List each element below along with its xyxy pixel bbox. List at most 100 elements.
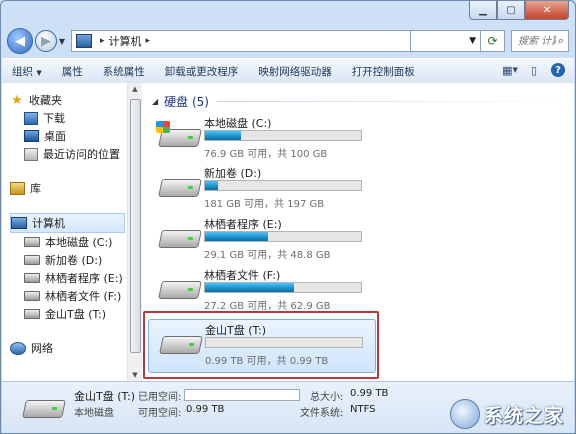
drive-usage-fill <box>205 181 218 190</box>
refresh-button[interactable]: ⟳ <box>481 30 505 52</box>
network-group: 网络 <box>2 339 127 357</box>
group-title: 硬盘 (5) <box>164 95 209 109</box>
drive-icon <box>158 275 202 305</box>
back-button[interactable]: ◀ <box>7 28 33 54</box>
search-input[interactable] <box>516 34 558 48</box>
refresh-icon: ⟳ <box>487 34 498 48</box>
address-dropdown[interactable]: ▼ <box>411 30 481 52</box>
help-icon: ? <box>551 63 565 77</box>
close-button[interactable]: ✕ <box>525 1 569 20</box>
forward-button[interactable]: ▶ <box>35 30 57 52</box>
drive-usage-bar <box>204 231 362 242</box>
drive-icon <box>24 255 40 265</box>
search-icon[interactable]: ⌕ <box>558 34 564 48</box>
details-pane: 金山T盘 (T:) 本地磁盘 已用空间: 可用空间: 0.99 TB 总大小: … <box>2 381 574 433</box>
minimize-button[interactable]: ▁ <box>469 1 497 20</box>
drive-space-info: 181 GB 可用，共 197 GB <box>204 199 325 210</box>
collapse-triangle-icon[interactable]: ◢ <box>152 97 158 106</box>
properties-button[interactable]: 属性 <box>62 64 83 79</box>
watermark-text: 系统之家 <box>483 404 564 427</box>
arrow-right-icon: ▶ <box>41 33 51 49</box>
view-options-button[interactable]: ▦ ▼ <box>500 61 520 79</box>
drive-space-info: 29.1 GB 可用，共 48.8 GB <box>204 250 331 261</box>
sidebar-item-recent[interactable]: 最近访问的位置 <box>10 145 127 163</box>
favorites-group: ★ 收藏夹 下载 桌面 最近访问的位置 <box>2 91 127 163</box>
command-toolbar: 组织 ▼ 属性 系统属性 卸载或更改程序 映射网络驱动器 打开控制面板 ▦ ▼ ▯… <box>2 58 574 84</box>
breadcrumb-chevron-icon[interactable]: ▸ <box>146 36 151 46</box>
drive-usage-fill <box>205 283 294 292</box>
sidebar-item-drive-t[interactable]: 金山T盘 (T:) <box>10 305 127 323</box>
download-folder-icon <box>24 111 38 125</box>
organize-button[interactable]: 组织 ▼ <box>12 64 42 79</box>
sidebar-scrollbar[interactable]: ▲ ▼ <box>127 83 142 381</box>
drive-name: 林栖者文件 (F:) <box>204 269 281 282</box>
details-fs-label: 文件系统: <box>300 408 344 419</box>
drive-space-info: 27.2 GB 可用，共 62.9 GB <box>204 301 331 312</box>
history-dropdown[interactable]: ▼ <box>57 37 67 46</box>
details-total-label: 总大小: <box>310 392 344 403</box>
drive-icon <box>24 273 40 283</box>
preview-pane-icon: ▯ <box>530 63 538 77</box>
drive-tile-e[interactable]: 林栖者程序 (E:) 29.1 GB 可用，共 48.8 GB <box>156 214 396 264</box>
sidebar-item-drive-f[interactable]: 林栖者文件 (F:) <box>10 287 127 305</box>
computer-icon <box>11 217 27 229</box>
details-free-label: 可用空间: <box>138 408 182 419</box>
sidebar-item-drive-d[interactable]: 新加卷 (D:) <box>10 251 127 269</box>
details-usage-bar <box>184 389 300 401</box>
drive-name: 本地磁盘 (C:) <box>204 117 272 130</box>
sidebar-item-libraries[interactable]: 库 <box>10 179 127 197</box>
libraries-group: 库 <box>2 179 127 197</box>
sidebar-item-computer[interactable]: 计算机 <box>10 213 125 233</box>
navigation-bar: ◀ ▶ ▼ ▸ 计算机 ▸ ▼ ⟳ ⌕ <box>7 27 569 55</box>
chevron-down-icon: ▼ <box>512 66 518 74</box>
maximize-button[interactable]: ▢ <box>497 1 525 20</box>
drive-name: 林栖者程序 (E:) <box>204 218 282 231</box>
drive-usage-bar <box>204 282 362 293</box>
sidebar-item-favorites[interactable]: ★ 收藏夹 <box>10 91 127 109</box>
help-button[interactable]: ? <box>548 61 568 79</box>
drive-usage-fill <box>205 232 269 241</box>
group-divider <box>216 101 572 102</box>
uninstall-programs-button[interactable]: 卸载或更改程序 <box>165 64 239 79</box>
details-free-value: 0.99 TB <box>186 404 225 415</box>
arrow-left-icon: ◀ <box>15 33 25 49</box>
search-box[interactable]: ⌕ <box>511 30 569 52</box>
drive-icon <box>24 309 40 319</box>
breadcrumb-computer[interactable]: 计算机 <box>109 33 142 49</box>
breadcrumb-chevron-icon[interactable]: ▸ <box>100 36 105 46</box>
address-bar[interactable]: ▸ 计算机 ▸ <box>71 30 411 52</box>
details-fs-value: NTFS <box>350 404 376 415</box>
sidebar-item-downloads[interactable]: 下载 <box>10 109 127 127</box>
selection-highlight-box <box>143 311 379 379</box>
details-drive-type: 本地磁盘 <box>74 408 114 419</box>
drive-usage-bar <box>204 180 362 191</box>
drive-usage-bar <box>204 130 362 141</box>
drive-icon <box>156 121 202 153</box>
preview-pane-button[interactable]: ▯ <box>524 61 544 79</box>
sidebar-item-drive-c[interactable]: 本地磁盘 (C:) <box>10 233 127 251</box>
view-icon: ▦ <box>502 63 513 77</box>
computer-icon <box>76 34 92 48</box>
scroll-down-icon[interactable]: ▼ <box>128 371 142 379</box>
toolbar-right: ▦ ▼ ▯ ? <box>500 61 568 79</box>
drive-tile-c[interactable]: 本地磁盘 (C:) 76.9 GB 可用，共 100 GB <box>156 113 396 163</box>
library-icon <box>10 181 25 195</box>
drive-tile-d[interactable]: 新加卷 (D:) 181 GB 可用，共 197 GB <box>156 163 396 213</box>
drive-icon <box>22 394 66 422</box>
map-network-drive-button[interactable]: 映射网络驱动器 <box>258 64 332 79</box>
drive-icon <box>158 173 202 203</box>
details-total-value: 0.99 TB <box>350 388 389 399</box>
scrollbar-thumb[interactable] <box>130 99 141 353</box>
group-header-hard-disks[interactable]: ◢ 硬盘 (5) <box>152 93 572 110</box>
system-properties-button[interactable]: 系统属性 <box>103 64 145 79</box>
star-icon: ★ <box>11 92 23 108</box>
open-control-panel-button[interactable]: 打开控制面板 <box>352 64 415 79</box>
sidebar-item-network[interactable]: 网络 <box>10 339 127 357</box>
watermark: 系统之家 <box>449 399 564 429</box>
scroll-up-icon[interactable]: ▲ <box>128 85 142 93</box>
desktop-icon <box>24 130 39 142</box>
watermark-logo-icon <box>449 399 480 429</box>
sidebar-item-drive-e[interactable]: 林栖者程序 (E:) <box>10 269 127 287</box>
drive-tile-f[interactable]: 林栖者文件 (F:) 27.2 GB 可用，共 62.9 GB <box>156 265 396 315</box>
sidebar-item-desktop[interactable]: 桌面 <box>10 127 127 145</box>
